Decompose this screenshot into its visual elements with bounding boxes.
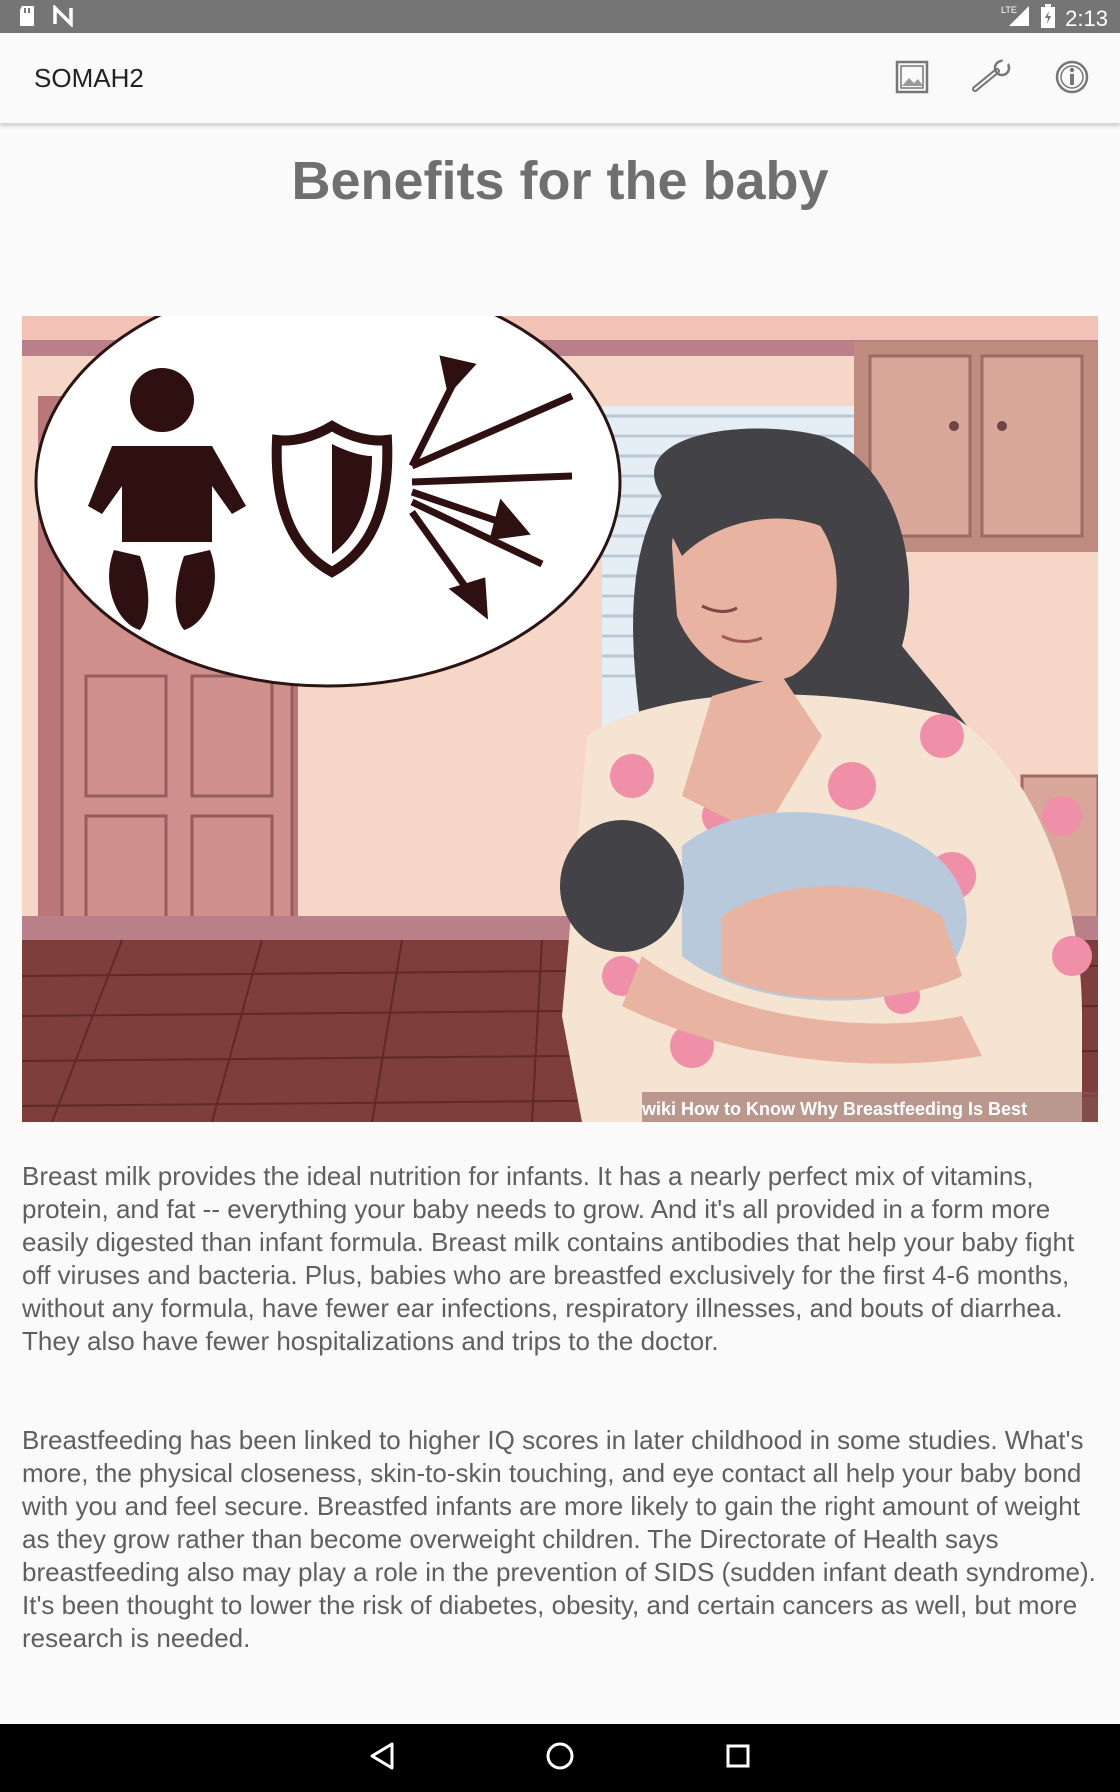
- wrench-icon: [971, 58, 1013, 100]
- image-caption: wiki How to Know Why Breastfeeding Is Be…: [641, 1092, 1098, 1122]
- caption-wiki: wiki: [641, 1099, 676, 1119]
- paragraph-2: Breastfeeding has been linked to higher …: [22, 1425, 1096, 1653]
- info-icon: [1055, 60, 1089, 99]
- home-icon: [545, 1741, 575, 1776]
- app-title: SOMAH2: [34, 63, 144, 93]
- caption-text: How to Know Why Breastfeeding Is Best: [681, 1099, 1027, 1119]
- back-button[interactable]: [362, 1740, 402, 1776]
- n-logo-icon: [52, 3, 74, 32]
- gallery-button[interactable]: [892, 59, 932, 99]
- navigation-bar: [0, 1724, 1120, 1792]
- network-label: LTE: [1001, 5, 1017, 15]
- svg-text:wiki How to Know Why Breastfee: wiki How to Know Why Breastfeeding Is Be…: [641, 1099, 1027, 1119]
- home-button[interactable]: [540, 1740, 580, 1776]
- sd-card-icon: [18, 5, 36, 32]
- app-bar: SOMAH2: [0, 33, 1120, 124]
- paragraph-1: Breast milk provides the ideal nutrition…: [22, 1161, 1075, 1356]
- battery-icon: [1041, 4, 1056, 33]
- info-button[interactable]: [1052, 59, 1092, 99]
- recents-icon: [724, 1742, 752, 1775]
- app-bar-actions: [892, 58, 1092, 100]
- hero-image: wiki How to Know Why Breastfeeding Is Be…: [22, 316, 1098, 1122]
- lte-signal-icon: LTE: [1001, 4, 1031, 33]
- settings-button[interactable]: [971, 58, 1013, 100]
- back-icon: [368, 1741, 396, 1776]
- page-title: Benefits for the baby: [291, 151, 829, 211]
- recents-button[interactable]: [718, 1740, 758, 1776]
- status-time: 2:13: [1065, 5, 1108, 31]
- status-bar: LTE 2:13: [0, 0, 1120, 33]
- image-icon: [895, 60, 929, 99]
